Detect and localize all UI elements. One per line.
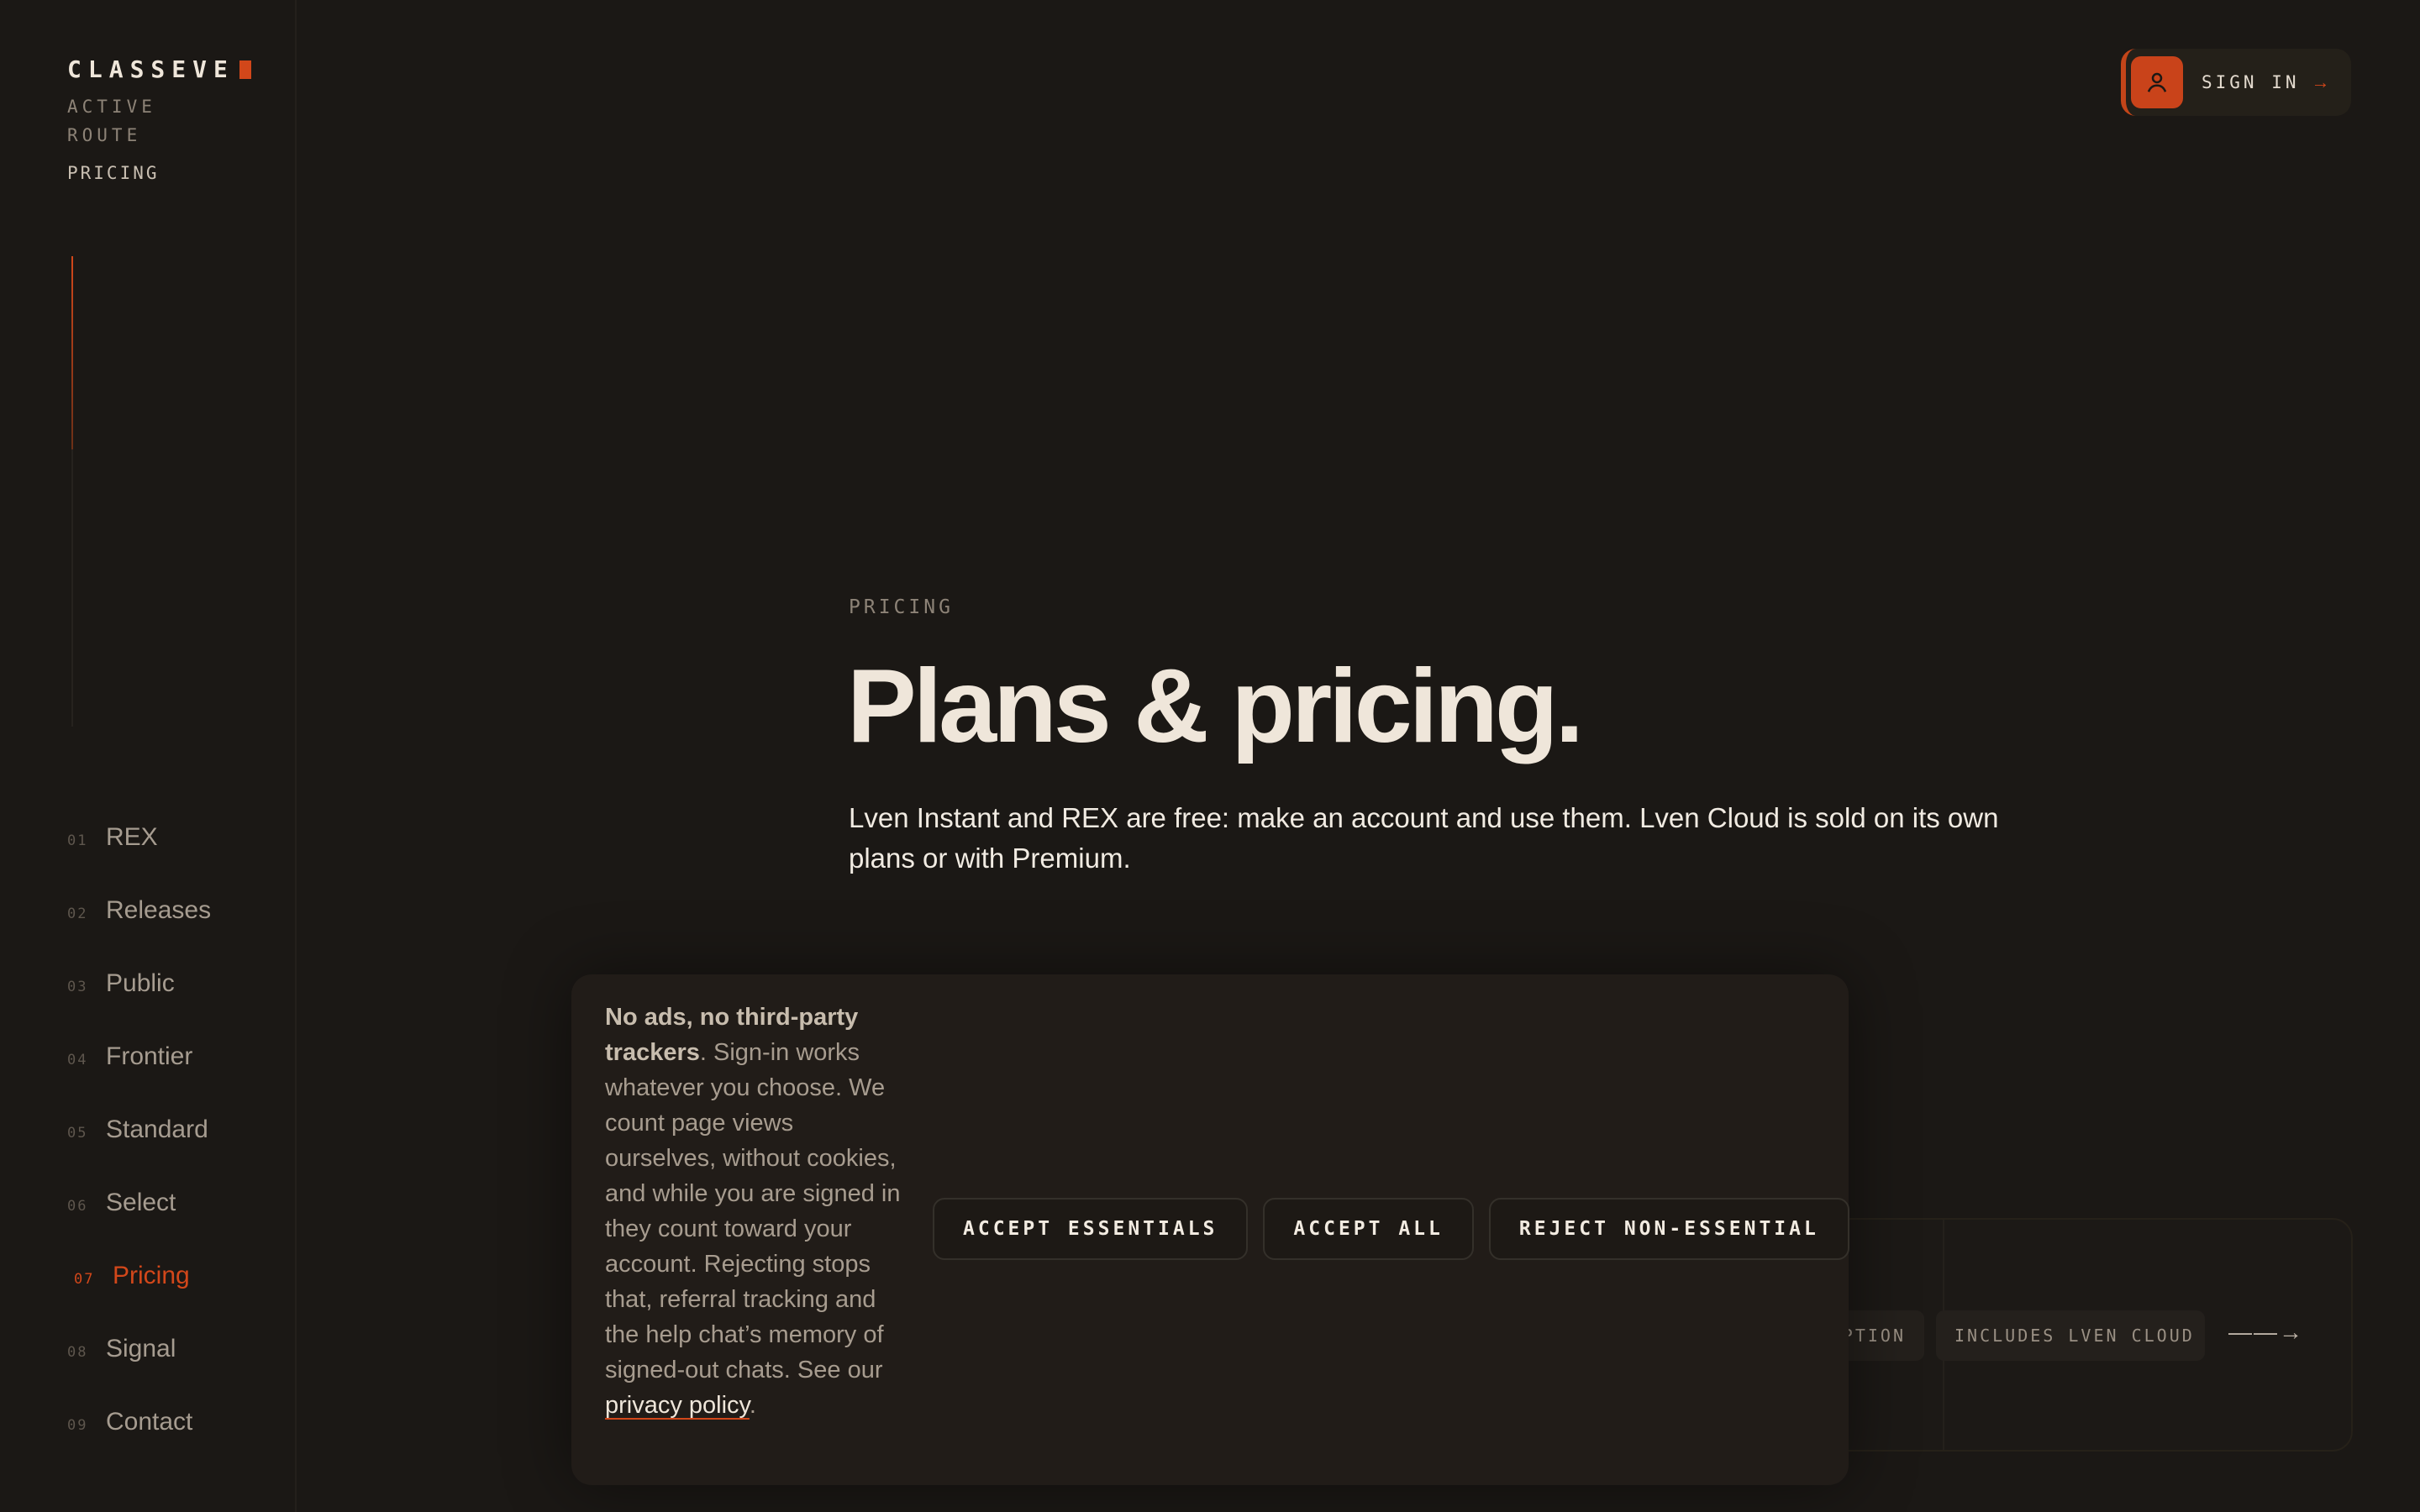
arrow-right-icon: → bbox=[2311, 71, 2330, 92]
page-lede: Lven Instant and REX are free: make an a… bbox=[849, 802, 1999, 874]
scroll-progress-fill bbox=[71, 256, 73, 449]
nav-item-pricing[interactable]: 07 Pricing bbox=[67, 1262, 211, 1335]
consent-text: No ads, no third-party trackers. Sign-in… bbox=[605, 1000, 908, 1423]
nav-item-contact[interactable]: 09 Contact bbox=[67, 1408, 211, 1481]
nav-item-number: 09 bbox=[67, 1417, 88, 1434]
sign-in-label: SIGN IN bbox=[2202, 72, 2300, 92]
nav-item-label: Select bbox=[106, 1189, 176, 1216]
nav-item-label: Releases bbox=[106, 896, 212, 924]
nav-item-label: Pricing bbox=[113, 1262, 190, 1289]
consent-body: . Sign-in works whatever you choose. We … bbox=[605, 1039, 901, 1383]
brand-name: CLASSEVE bbox=[67, 55, 234, 83]
page-eyebrow: PRICING bbox=[849, 596, 954, 618]
nav-item-label: REX bbox=[106, 823, 158, 851]
nav-item-signal[interactable]: 08 Signal bbox=[67, 1335, 211, 1408]
accept-essentials-button[interactable]: ACCEPT ESSENTIALS bbox=[933, 1198, 1249, 1260]
nav-item-select[interactable]: 06 Select bbox=[67, 1189, 211, 1262]
nav-item-number: 04 bbox=[67, 1052, 88, 1068]
user-icon bbox=[2131, 56, 2183, 108]
nav-item-number: 06 bbox=[67, 1198, 88, 1215]
long-arrow-right-icon[interactable]: ——→ bbox=[2228, 1319, 2304, 1346]
nav-item-label: Frontier bbox=[106, 1042, 193, 1070]
nav-item-releases[interactable]: 02 Releases bbox=[67, 896, 211, 969]
nav-item-label: Signal bbox=[106, 1335, 176, 1362]
nav-item-rex[interactable]: 01 REX bbox=[67, 823, 211, 896]
nav-item-label: Contact bbox=[106, 1408, 193, 1436]
nav-item-label: Standard bbox=[106, 1116, 208, 1143]
nav-item-number: 02 bbox=[67, 906, 88, 922]
nav-item-number: 07 bbox=[74, 1271, 95, 1288]
includes-cloud-chip: INCLUDES LVEN CLOUD bbox=[1936, 1310, 2205, 1361]
accept-all-button[interactable]: ACCEPT ALL bbox=[1263, 1198, 1474, 1260]
nav-item-number: 08 bbox=[67, 1344, 88, 1361]
cookie-consent-banner: No ads, no third-party trackers. Sign-in… bbox=[571, 974, 1849, 1485]
page-title: Plans & pricing. bbox=[847, 648, 1584, 764]
brand-logo[interactable]: CLASSEVE bbox=[67, 55, 251, 83]
consent-buttons: ACCEPT ESSENTIALS ACCEPT ALL REJECT NON-… bbox=[933, 1198, 1849, 1260]
active-route-label: ACTIVE ROUTE bbox=[67, 97, 156, 145]
reject-non-essential-button[interactable]: REJECT NON-ESSENTIAL bbox=[1488, 1198, 1849, 1260]
nav-item-frontier[interactable]: 04 Frontier bbox=[67, 1042, 211, 1116]
nav-item-number: 05 bbox=[67, 1125, 88, 1142]
nav-item-label: Public bbox=[106, 969, 175, 997]
active-route-value: PRICING bbox=[67, 163, 160, 183]
consent-end: . bbox=[749, 1392, 756, 1419]
privacy-policy-link[interactable]: privacy policy bbox=[605, 1392, 750, 1419]
nav-item-standard[interactable]: 05 Standard bbox=[67, 1116, 211, 1189]
cursor-block-icon bbox=[239, 60, 251, 79]
sidebar-nav: 01 REX 02 Releases 03 Public 04 Frontier… bbox=[67, 823, 211, 1481]
sidebar: CLASSEVE ACTIVE ROUTE PRICING 01 REX 02 … bbox=[0, 0, 297, 1512]
nav-item-number: 03 bbox=[67, 979, 88, 995]
nav-item-number: 01 bbox=[67, 832, 88, 849]
nav-item-public[interactable]: 03 Public bbox=[67, 969, 211, 1042]
sign-in-button[interactable]: SIGN IN → bbox=[2121, 49, 2351, 116]
